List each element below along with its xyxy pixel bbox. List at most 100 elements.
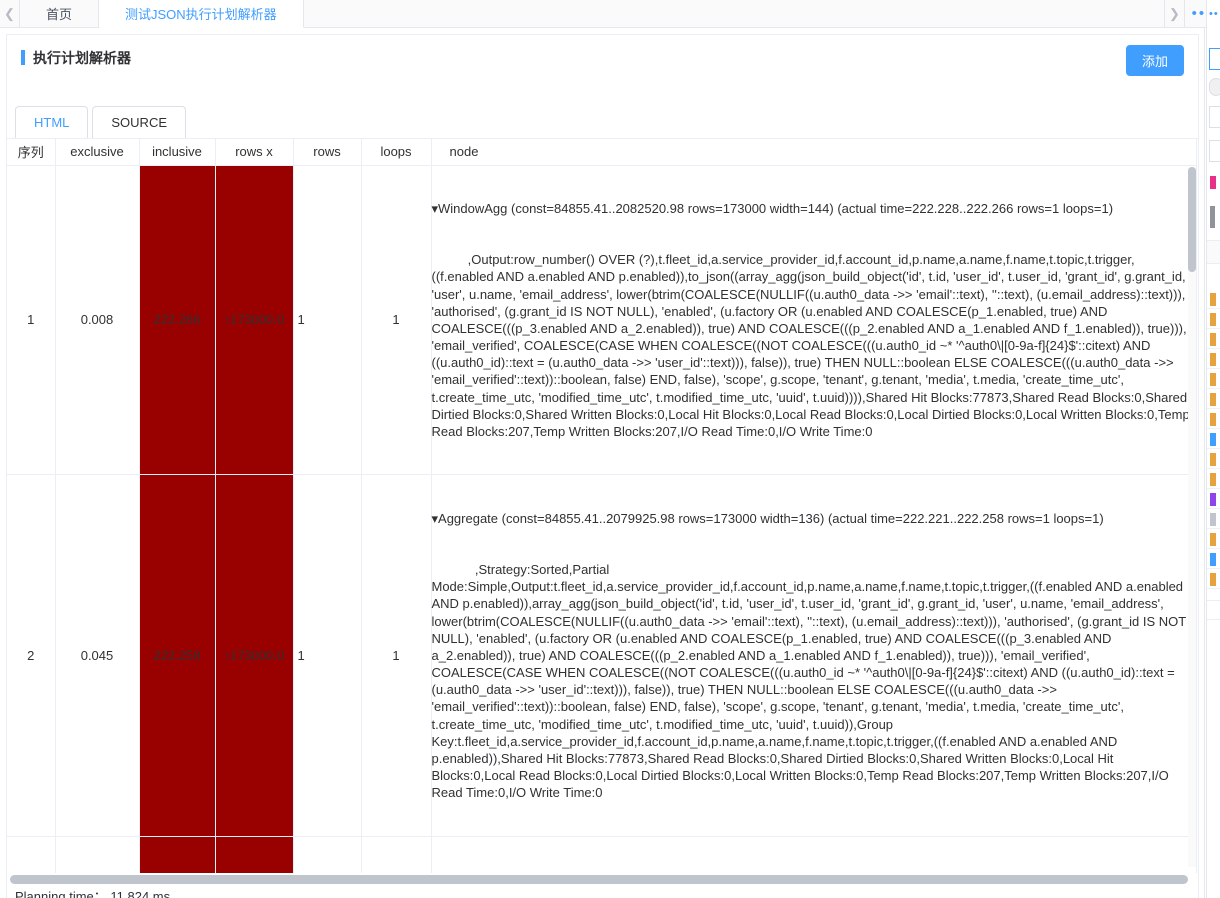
page-title: 执行计划解析器 <box>33 49 131 66</box>
cell-rows: 1 <box>293 165 362 476</box>
inner-tab-bar: HTML SOURCE <box>6 96 1199 138</box>
col-header-rows-x[interactable]: rows x <box>215 139 294 166</box>
table-horizontal-scrollbar[interactable] <box>6 873 1199 886</box>
cell-inclusive: 222.266 <box>139 165 216 476</box>
list-item[interactable] <box>1207 290 1220 309</box>
list-item[interactable] <box>1207 390 1220 409</box>
status-badge <box>1210 513 1216 526</box>
status-badge <box>1210 433 1216 446</box>
table-row[interactable]: 2 0.045 222.258 ↑173000.0 1 1 ▾Aggregate… <box>7 474 1197 837</box>
list-item[interactable] <box>1207 470 1220 489</box>
col-header-rows[interactable]: rows <box>293 139 362 166</box>
table-horizontal-scrollbar-thumb[interactable] <box>10 875 1188 884</box>
col-header-exclusive[interactable]: exclusive <box>55 139 140 166</box>
status-badge <box>1210 453 1216 466</box>
right-panel-ellipsis-icon[interactable]: •• <box>1209 8 1219 20</box>
cell-inclusive-label: 222.258 <box>153 647 201 663</box>
tab-html[interactable]: HTML <box>15 106 89 138</box>
tab-home[interactable]: 首页 <box>20 0 100 27</box>
cell-inclusive: 222.258 <box>139 474 216 837</box>
list-item[interactable] <box>1207 430 1220 449</box>
node-body: ,Output:row_number() OVER (?),t.fleet_id… <box>431 252 1190 439</box>
tab-list: 首页 测试JSON执行计划解析器 <box>20 0 304 28</box>
node-head: ▾Aggregate (const=84855.41..2079925.98 r… <box>431 510 1104 526</box>
tabbar-spacer <box>303 0 1164 27</box>
status-badge <box>1210 533 1216 546</box>
tab-json-plan-parser-label: 测试JSON执行计划解析器 <box>125 7 277 22</box>
cell-node[interactable]: ▾WindowAgg (const=84855.41..2082520.98 r… <box>431 165 1197 476</box>
card-title-row: 执行计划解析器 <box>7 35 1198 80</box>
right-panel-search-input[interactable] <box>1209 48 1220 70</box>
tab-html-label: HTML <box>34 115 70 130</box>
col-header-node[interactable]: node <box>431 139 1197 166</box>
right-panel-filter-button[interactable] <box>1209 78 1220 96</box>
list-item[interactable] <box>1207 350 1220 369</box>
cell-rows-x-label: ↑173000.0 <box>223 647 285 663</box>
list-item[interactable] <box>1207 310 1220 329</box>
chevron-left-icon[interactable]: ❮ <box>0 0 20 27</box>
list-item[interactable] <box>1207 370 1220 389</box>
cell-rows: 1 <box>293 474 362 837</box>
cell-seq: 2 <box>7 474 56 837</box>
status-badge <box>1210 373 1216 386</box>
cell-exclusive: 0.045 <box>55 474 140 837</box>
tab-json-plan-parser[interactable]: 测试JSON执行计划解析器 <box>99 0 304 28</box>
table-vertical-scrollbar[interactable] <box>1188 167 1196 867</box>
card-header: 执行计划解析器 添加 <box>6 34 1199 96</box>
status-badge <box>1210 413 1216 426</box>
node-body: ,Strategy:Sorted,Partial Mode:Simple,Out… <box>431 562 1186 801</box>
table-vertical-scrollbar-thumb[interactable] <box>1188 167 1196 272</box>
status-badge <box>1210 313 1216 326</box>
status-badge <box>1210 393 1216 406</box>
list-item[interactable] <box>1207 530 1220 549</box>
list-item[interactable] <box>1207 450 1220 469</box>
plan-table: 序列 exclusive inclusive rows x rows loops… <box>7 139 1197 880</box>
chevron-right-icon[interactable]: ❯ <box>1164 0 1184 27</box>
app-root: ❮ 首页 测试JSON执行计划解析器 ❯ ••• 执行计划解析器 添加 HTML <box>0 0 1220 898</box>
status-badge <box>1210 333 1216 346</box>
plan-table-container[interactable]: 序列 exclusive inclusive rows x rows loops… <box>6 138 1199 881</box>
node-head: ▾WindowAgg (const=84855.41..2082520.98 r… <box>431 200 1114 216</box>
right-panel-field-a[interactable] <box>1209 106 1220 128</box>
status-badge <box>1210 473 1216 486</box>
cell-rows-x: ↑173000.0 <box>215 474 294 837</box>
cell-rows-x-label: ↑173000.0 <box>223 312 285 328</box>
right-panel-section-header <box>1207 240 1220 264</box>
cell-exclusive: 0.008 <box>55 165 140 476</box>
cell-loops: 1 <box>361 165 432 476</box>
page-container: 执行计划解析器 添加 HTML SOURCE 序列 exclusive incl… <box>0 28 1205 898</box>
status-badge <box>1210 353 1216 366</box>
tab-source[interactable]: SOURCE <box>92 106 187 138</box>
table-header-row: 序列 exclusive inclusive rows x rows loops… <box>7 139 1197 166</box>
cell-node[interactable]: ▾Aggregate (const=84855.41..2079925.98 r… <box>431 474 1197 837</box>
right-panel-field-b[interactable] <box>1209 140 1220 162</box>
plan-table-head: 序列 exclusive inclusive rows x rows loops… <box>7 139 1197 166</box>
list-item[interactable] <box>1207 550 1220 569</box>
cell-seq: 1 <box>7 165 56 476</box>
list-item[interactable] <box>1207 570 1220 589</box>
planning-time: Planning time： 11.824 ms <box>15 889 171 898</box>
col-header-seq[interactable]: 序列 <box>7 139 56 166</box>
cell-rows-x: ↑173000.0 <box>215 165 294 476</box>
tab-home-label: 首页 <box>46 7 73 22</box>
cell-loops: 1 <box>361 474 432 837</box>
status-badge <box>1210 493 1216 506</box>
list-item[interactable] <box>1207 510 1220 529</box>
col-header-loops[interactable]: loops <box>361 139 432 166</box>
status-badge <box>1210 293 1216 306</box>
browser-tabbar: ❮ 首页 测试JSON执行计划解析器 ❯ ••• <box>0 0 1220 28</box>
plan-table-body: 1 0.008 222.266 ↑173000.0 1 1 ▾WindowAgg… <box>7 165 1197 880</box>
right-panel-badge-pink <box>1210 176 1216 189</box>
status-badge <box>1210 573 1216 586</box>
right-side-panel: •• <box>1206 0 1220 898</box>
list-item[interactable] <box>1207 330 1220 349</box>
tab-source-label: SOURCE <box>111 115 168 130</box>
list-item[interactable] <box>1207 490 1220 509</box>
col-header-inclusive[interactable]: inclusive <box>139 139 216 166</box>
right-panel-footer-divider <box>1207 600 1220 620</box>
right-panel-handle[interactable] <box>1210 206 1215 228</box>
list-item[interactable] <box>1207 410 1220 429</box>
add-button[interactable]: 添加 <box>1125 45 1184 76</box>
table-row[interactable]: 1 0.008 222.266 ↑173000.0 1 1 ▾WindowAgg… <box>7 165 1197 476</box>
status-badge <box>1210 553 1216 566</box>
